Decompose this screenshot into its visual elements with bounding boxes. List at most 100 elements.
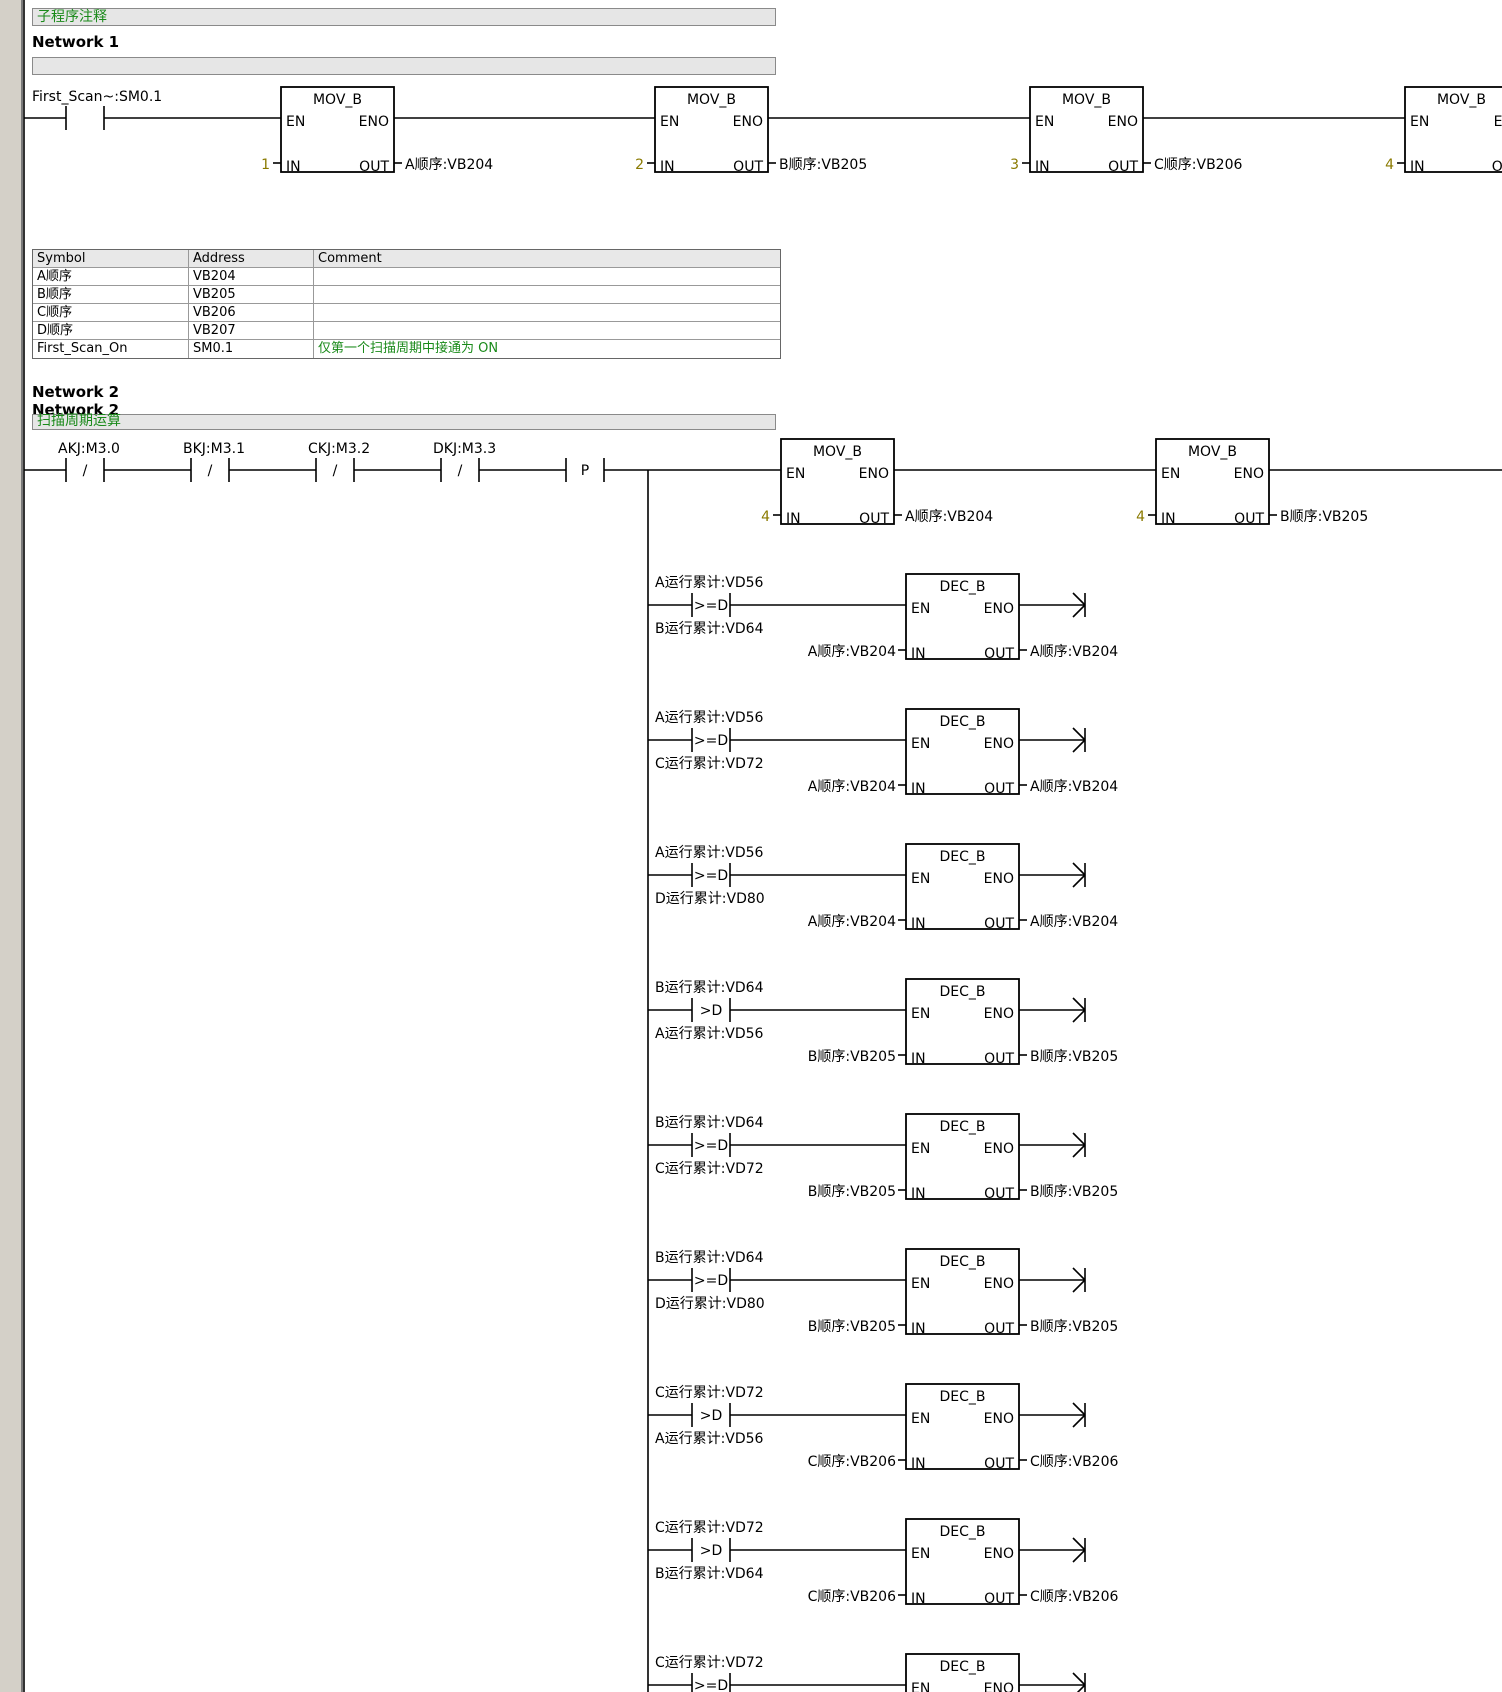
return-coil-head-lower: [1076, 1684, 1086, 1692]
out-value: A顺序:VB204: [905, 509, 993, 525]
nc-contact-symbol: /: [333, 463, 338, 479]
dec-b-block-eno-label: ENO: [984, 1141, 1014, 1157]
return-coil-head-upper: [1072, 1402, 1086, 1416]
dec-b-block-eno-label: ENO: [984, 1411, 1014, 1427]
dec-b-block-title: DEC_B: [939, 1119, 985, 1135]
dec-b-block-in-label: IN: [911, 1186, 926, 1202]
dec-b-block-title: DEC_B: [939, 849, 985, 865]
compare-bottom-operand: B运行累计:VD64: [655, 621, 764, 637]
compare-top-operand: C运行累计:VD72: [655, 1520, 764, 1536]
dec-b-block-en-label: EN: [911, 736, 930, 752]
dec-b-block-out-label: OUT: [984, 781, 1014, 797]
mov-b-block-out-label: OUT: [359, 159, 389, 175]
mov-b-block-eno-label: ENO: [1234, 466, 1264, 482]
dec-b-block-in-label: IN: [911, 646, 926, 662]
compare-operator: >=D: [694, 1138, 728, 1154]
compare-top-operand: C运行累计:VD72: [655, 1385, 764, 1401]
dec-b-block-en-label: EN: [911, 1681, 930, 1692]
return-coil-head-lower: [1072, 604, 1086, 618]
dec-b-block-out-label: OUT: [984, 1051, 1014, 1067]
dec-b-block-eno-label: ENO: [984, 1546, 1014, 1562]
dec-b-block-title: DEC_B: [939, 1659, 985, 1675]
return-coil-head-upper: [1072, 1672, 1086, 1686]
dec-b-block-en-label: EN: [911, 1141, 930, 1157]
mov-b-block-eno-label: ENO: [859, 466, 889, 482]
dec-out-value: C顺序:VB206: [1030, 1589, 1118, 1605]
return-coil-head-upper: [1072, 1132, 1086, 1146]
return-coil-head-upper: [1072, 727, 1086, 741]
mov-b-block-in-label: IN: [660, 159, 675, 175]
mov-b-block-en-label: EN: [660, 114, 679, 130]
dec-b-block-eno-label: ENO: [984, 1006, 1014, 1022]
in-value: 3: [1010, 157, 1019, 173]
nc-contact-label: CKJ:M3.2: [308, 441, 370, 457]
dec-b-block-eno-label: ENO: [984, 601, 1014, 617]
out-value: B顺序:VB205: [1280, 509, 1368, 525]
mov-b-block-title: MOV_B: [813, 444, 862, 460]
dec-out-value: B顺序:VB205: [1030, 1184, 1118, 1200]
mov-b-block-in-label: IN: [1161, 511, 1176, 527]
dec-b-block-en-label: EN: [911, 601, 930, 617]
mov-b-block-in-label: IN: [786, 511, 801, 527]
mov-b-block-en-label: EN: [1410, 114, 1429, 130]
mov-b-block-title: MOV_B: [1188, 444, 1237, 460]
return-coil-head-upper: [1072, 862, 1086, 876]
mov-b-block-out-label: OUT: [1108, 159, 1138, 175]
dec-b-block-in-label: IN: [911, 1321, 926, 1337]
in-value: 2: [635, 157, 644, 173]
dec-out-value: A顺序:VB204: [1030, 779, 1118, 795]
return-coil-head-lower: [1072, 1144, 1086, 1158]
dec-b-block-eno-label: ENO: [984, 1276, 1014, 1292]
compare-top-operand: B运行累计:VD64: [655, 1115, 764, 1131]
dec-out-value: C顺序:VB206: [1030, 1454, 1118, 1470]
dec-b-block-title: DEC_B: [939, 984, 985, 1000]
return-coil-head-lower: [1072, 1009, 1086, 1023]
dec-b-block-en-label: EN: [911, 871, 930, 887]
mov-b-block-en-label: EN: [286, 114, 305, 130]
dec-in-value: C顺序:VB206: [808, 1454, 896, 1470]
compare-bottom-operand: D运行累计:VD80: [655, 891, 765, 907]
dec-in-value: A顺序:VB204: [808, 644, 896, 660]
compare-bottom-operand: A运行累计:VD56: [655, 1431, 764, 1447]
dec-in-value: B顺序:VB205: [808, 1049, 896, 1065]
mov-b-block-out-label: OUT: [1234, 511, 1264, 527]
out-value: B顺序:VB205: [779, 157, 867, 173]
first-scan-contact-label: First_Scan~:SM0.1: [32, 89, 162, 105]
compare-operator: >D: [700, 1003, 723, 1019]
dec-b-block-eno-label: ENO: [984, 1681, 1014, 1692]
in-value: 4: [1136, 509, 1145, 525]
nc-contact-label: DKJ:M3.3: [433, 441, 496, 457]
in-value: 1: [261, 157, 270, 173]
nc-contact-symbol: /: [458, 463, 463, 479]
compare-operator: >=D: [694, 598, 728, 614]
dec-out-value: B顺序:VB205: [1030, 1049, 1118, 1065]
compare-top-operand: A运行累计:VD56: [655, 710, 764, 726]
compare-bottom-operand: D运行累计:VD80: [655, 1296, 765, 1312]
dec-out-value: A顺序:VB204: [1030, 914, 1118, 930]
dec-b-block-in-label: IN: [911, 1591, 926, 1607]
dec-in-value: C顺序:VB206: [808, 1589, 896, 1605]
compare-top-operand: A运行累计:VD56: [655, 845, 764, 861]
compare-operator: >D: [700, 1543, 723, 1559]
positive-transition-contact-symbol: P: [581, 463, 589, 479]
compare-top-operand: B运行累计:VD64: [655, 1250, 764, 1266]
dec-b-block-out-label: OUT: [984, 1321, 1014, 1337]
dec-b-block-out-label: OUT: [984, 916, 1014, 932]
mov-b-block-title: MOV_B: [313, 92, 362, 108]
dec-in-value: A顺序:VB204: [808, 914, 896, 930]
return-coil-head-lower: [1072, 1279, 1086, 1293]
dec-b-block-title: DEC_B: [939, 1254, 985, 1270]
out-value: A顺序:VB204: [405, 157, 493, 173]
return-coil-head-upper: [1072, 997, 1086, 1011]
compare-operator: >=D: [694, 1273, 728, 1289]
return-coil-head-upper: [1072, 1537, 1086, 1551]
dec-b-block-out-label: OUT: [984, 1591, 1014, 1607]
dec-b-block-en-label: EN: [911, 1546, 930, 1562]
ladder-diagram: First_Scan~:SM0.1 MOV_B EN ENO IN OUT 1 A顺序:VB2…: [23, 0, 1502, 1692]
compare-top-operand: C运行累计:VD72: [655, 1655, 764, 1671]
dec-in-value: A顺序:VB204: [808, 779, 896, 795]
dec-out-value: B顺序:VB205: [1030, 1319, 1118, 1335]
mov-b-block-eno-label: ENO: [1108, 114, 1138, 130]
dec-in-value: B顺序:VB205: [808, 1319, 896, 1335]
compare-top-operand: A运行累计:VD56: [655, 575, 764, 591]
